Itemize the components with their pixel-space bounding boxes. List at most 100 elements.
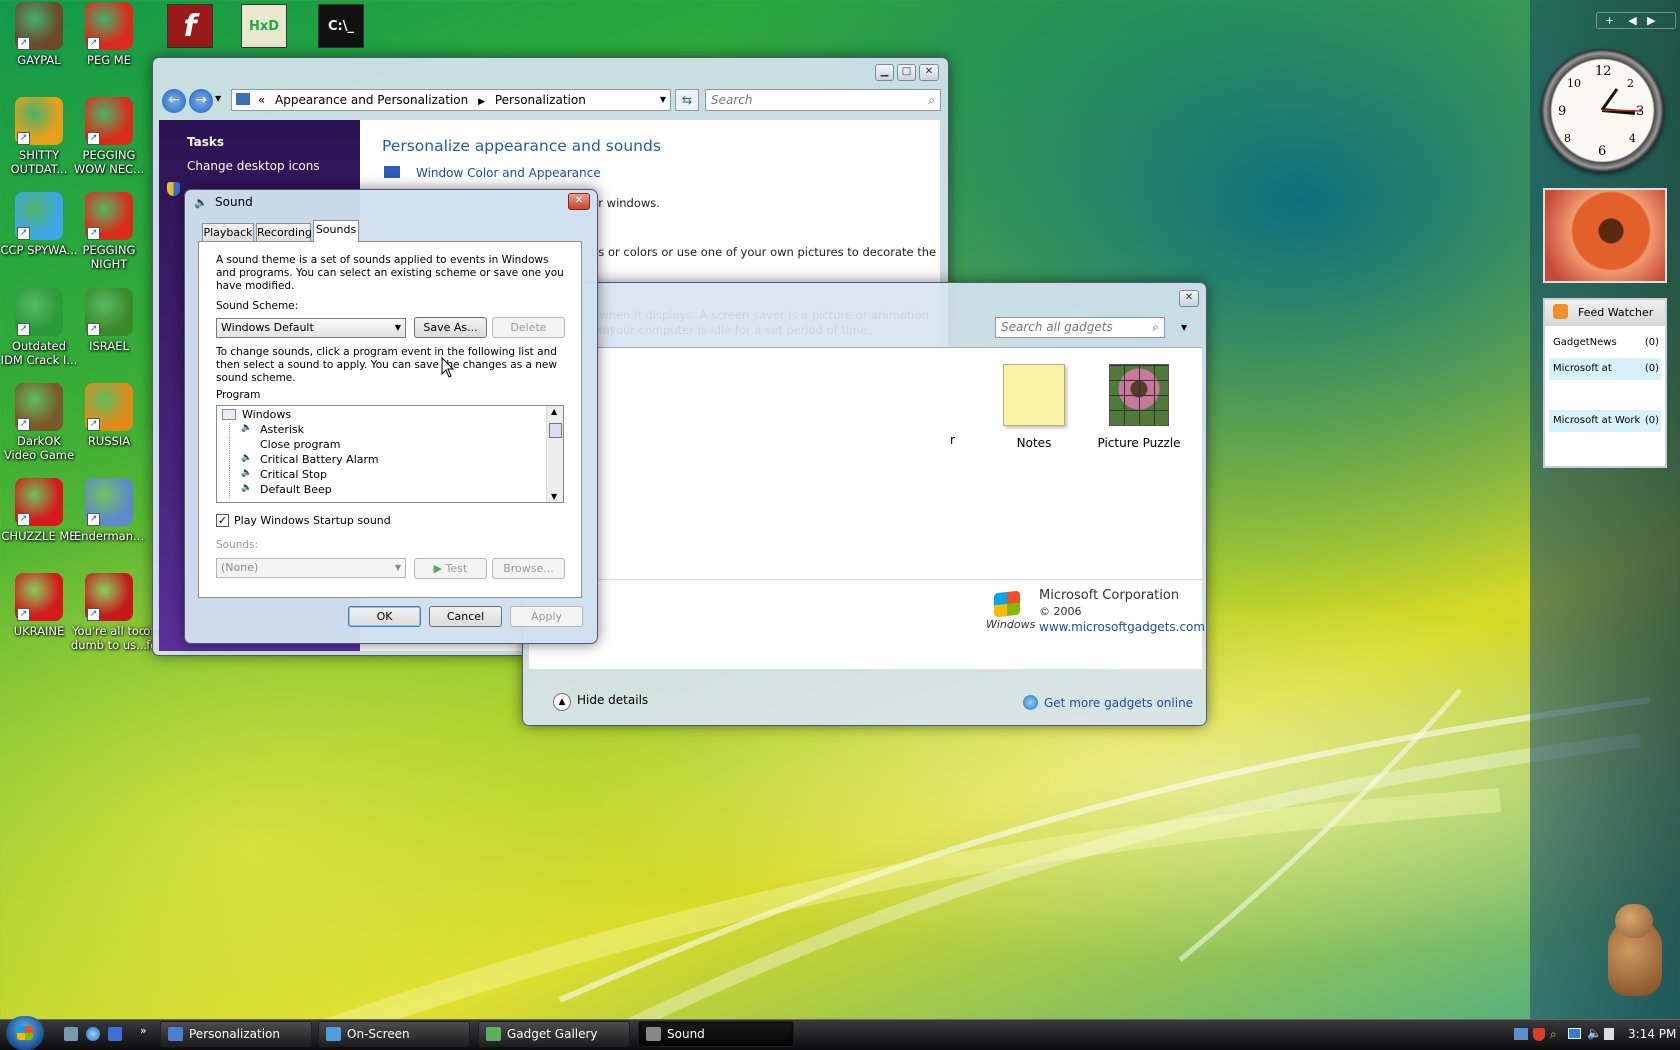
- list-item[interactable]: Critical Stop: [260, 468, 327, 481]
- search-input[interactable]: Search ⌕: [705, 89, 941, 111]
- switch-windows-icon[interactable]: [108, 1027, 122, 1041]
- taskbar-button-on-screen-keyboard[interactable]: On-Screen Keyboard: [318, 1021, 470, 1047]
- desktop-icon[interactable]: ↗ Enderman...: [70, 478, 148, 543]
- save-as-button[interactable]: Save As...: [414, 317, 487, 338]
- feed-item[interactable]: Microsoft at Work (0): [1549, 410, 1661, 432]
- cmd-icon[interactable]: C:\_: [318, 4, 364, 48]
- gadget-picture-puzzle[interactable]: Picture Puzzle: [1089, 364, 1189, 450]
- test-button[interactable]: ▶ Test: [414, 558, 487, 579]
- shortcut-arrow-icon: ↗: [17, 323, 30, 336]
- list-item[interactable]: Asterisk: [260, 423, 304, 436]
- scroll-thumb[interactable]: [549, 423, 562, 438]
- page-title: Personalize appearance and sounds: [382, 137, 661, 155]
- sidebar-item-change-desktop-icons[interactable]: Change desktop icons: [187, 159, 320, 173]
- desktop-icon[interactable]: ↗ DarkOK Video Game: [0, 383, 78, 462]
- taskbar-button-gadget-gallery[interactable]: Gadget Gallery: [478, 1021, 630, 1047]
- publisher-url-link[interactable]: www.microsoftgadgets.com: [1039, 620, 1205, 634]
- startup-sound-label[interactable]: Play Windows Startup sound: [234, 514, 391, 527]
- gadget-gallery-window[interactable]: ✕ Search all gadgets ⌕ ▼ r Notes Picture…: [522, 282, 1207, 726]
- maximize-button[interactable]: □: [897, 64, 916, 81]
- program-event-list[interactable]: Windows 🔈 Asterisk Close program 🔈 Critical …: [216, 405, 564, 503]
- list-item[interactable]: Critical Battery Alarm: [260, 453, 379, 466]
- address-dropdown-icon[interactable]: ▼: [660, 90, 666, 110]
- volume-muted-icon[interactable]: 🔈: [1587, 1026, 1602, 1040]
- desktop-icon[interactable]: ↗ UKRAINE: [0, 573, 78, 638]
- gadget-label: Picture Puzzle: [1097, 436, 1181, 450]
- tray-status-icon[interactable]: [1604, 1028, 1614, 1040]
- taskbar-button-personalization[interactable]: Personalization: [160, 1021, 312, 1047]
- sounds-select[interactable]: (None) ▼: [216, 558, 406, 578]
- tab-recording[interactable]: Recording: [256, 223, 312, 242]
- scroll-up-icon[interactable]: ▲: [551, 407, 557, 416]
- desktop-icon[interactable]: ↗ You're all too dumb to us...: [70, 573, 148, 652]
- desktop-show-icon[interactable]: [64, 1027, 78, 1041]
- breadcrumb-appearance[interactable]: Appearance and Personalization: [275, 93, 468, 107]
- delete-button[interactable]: Delete: [492, 317, 565, 338]
- list-item[interactable]: Close program: [260, 438, 340, 451]
- feed-item[interactable]: GadgetNews (0): [1549, 332, 1661, 354]
- taskbar-button-sound[interactable]: Sound: [638, 1021, 794, 1047]
- search-tray-icon[interactable]: ⌕: [1550, 1027, 1557, 1042]
- desktop-icon[interactable]: ↗ PEGGING NIGHT: [70, 192, 148, 271]
- flash-icon[interactable]: f: [167, 4, 213, 48]
- desktop-icon[interactable]: ↗ ISRAEL: [70, 288, 148, 353]
- desktop-icon[interactable]: ↗ GAYPAL: [0, 2, 78, 67]
- shortcut-arrow-icon: ↗: [87, 323, 100, 336]
- back-button[interactable]: ←: [162, 89, 186, 113]
- tab-sounds[interactable]: Sounds: [313, 220, 359, 242]
- sidebar-add-button[interactable]: + ◀ ▶: [1596, 12, 1676, 29]
- sound-instructions: To change sounds, click a program event …: [216, 346, 557, 384]
- gadget-search-input[interactable]: Search all gadgets ⌕: [995, 317, 1165, 338]
- clock-gadget[interactable]: 12 3 6 9 2 4 10 8: [1541, 49, 1664, 172]
- tab-playback[interactable]: Playback: [202, 223, 254, 242]
- history-dropdown-icon[interactable]: ▼: [215, 94, 221, 103]
- start-button[interactable]: [6, 1016, 44, 1050]
- close-button[interactable]: ✕: [568, 193, 590, 210]
- desktop-icon[interactable]: ↗ PEGGING WOW NEC...: [70, 97, 148, 176]
- browse-button[interactable]: Browse...: [492, 558, 565, 579]
- breadcrumb-personalization[interactable]: Personalization: [495, 93, 586, 107]
- address-bar[interactable]: « Appearance and Personalization ▶ Perso…: [231, 89, 671, 111]
- ie-icon[interactable]: [86, 1027, 100, 1041]
- notes-icon: [1003, 364, 1065, 426]
- apply-button[interactable]: Apply: [510, 606, 583, 627]
- desktop-icon[interactable]: ↗ Outdated IDM Crack I...: [0, 288, 78, 367]
- desktop-icon[interactable]: ↗ SHITTY OUTDAT...: [0, 97, 78, 176]
- window-color-link[interactable]: Window Color and Appearance: [416, 166, 601, 180]
- close-button[interactable]: ✕: [919, 64, 939, 81]
- quick-launch-more-icon[interactable]: »: [140, 1024, 147, 1037]
- desktop-icon-image: ↗: [85, 192, 133, 240]
- window-color-icon: [384, 166, 400, 178]
- feed-item[interactable]: Microsoft at (0): [1549, 358, 1661, 380]
- minimize-button[interactable]: ▁: [875, 64, 894, 81]
- desktop-icon[interactable]: ↗ CHUZZLE ME: [0, 478, 78, 543]
- scroll-down-icon[interactable]: ▼: [551, 492, 557, 501]
- clock-text[interactable]: 3:14 PM: [1628, 1027, 1676, 1041]
- hide-details-button[interactable]: ▲ Hide details: [553, 693, 648, 711]
- desktop-icon[interactable]: ↗ PEG ME: [70, 2, 148, 67]
- ok-button[interactable]: OK: [348, 606, 421, 627]
- hxd-icon[interactable]: HxD: [241, 4, 287, 48]
- security-icon[interactable]: [1533, 1028, 1545, 1041]
- desktop-icon[interactable]: ↗ RUSSIA: [70, 383, 148, 448]
- display-icon[interactable]: [1568, 1028, 1581, 1039]
- get-more-gadgets-link[interactable]: Get more gadgets online: [1023, 695, 1193, 710]
- gadget-notes[interactable]: Notes: [989, 364, 1079, 450]
- slideshow-gadget[interactable]: [1543, 188, 1667, 283]
- feed-watcher-gadget[interactable]: Feed Watcher GadgetNews (0) Microsoft at (0…: [1543, 298, 1667, 468]
- forward-button[interactable]: →: [189, 89, 213, 113]
- list-scrollbar[interactable]: ▲ ▼: [546, 406, 563, 502]
- network-icon[interactable]: [1514, 1028, 1528, 1040]
- list-item[interactable]: Default Beep: [260, 483, 332, 496]
- gadget-close-button[interactable]: ✕: [1179, 290, 1199, 307]
- sound-scheme-select[interactable]: Windows Default ▼: [216, 318, 406, 338]
- desktop-icon[interactable]: ↗ CCP SPYWA...: [0, 192, 78, 257]
- desktop-icon-label: PEGGING NIGHT: [82, 243, 136, 271]
- refresh-button[interactable]: ⇆: [675, 89, 699, 111]
- startup-sound-checkbox[interactable]: ✓: [216, 514, 229, 527]
- cancel-button[interactable]: Cancel: [429, 606, 502, 627]
- program-root[interactable]: Windows: [242, 408, 291, 421]
- hamster-gadget[interactable]: [1600, 900, 1670, 1000]
- sound-dialog[interactable]: 🔈 Sound ✕ Playback Recording Sounds A soun…: [184, 189, 598, 644]
- gadget-search-dropdown-icon[interactable]: ▼: [1181, 323, 1187, 332]
